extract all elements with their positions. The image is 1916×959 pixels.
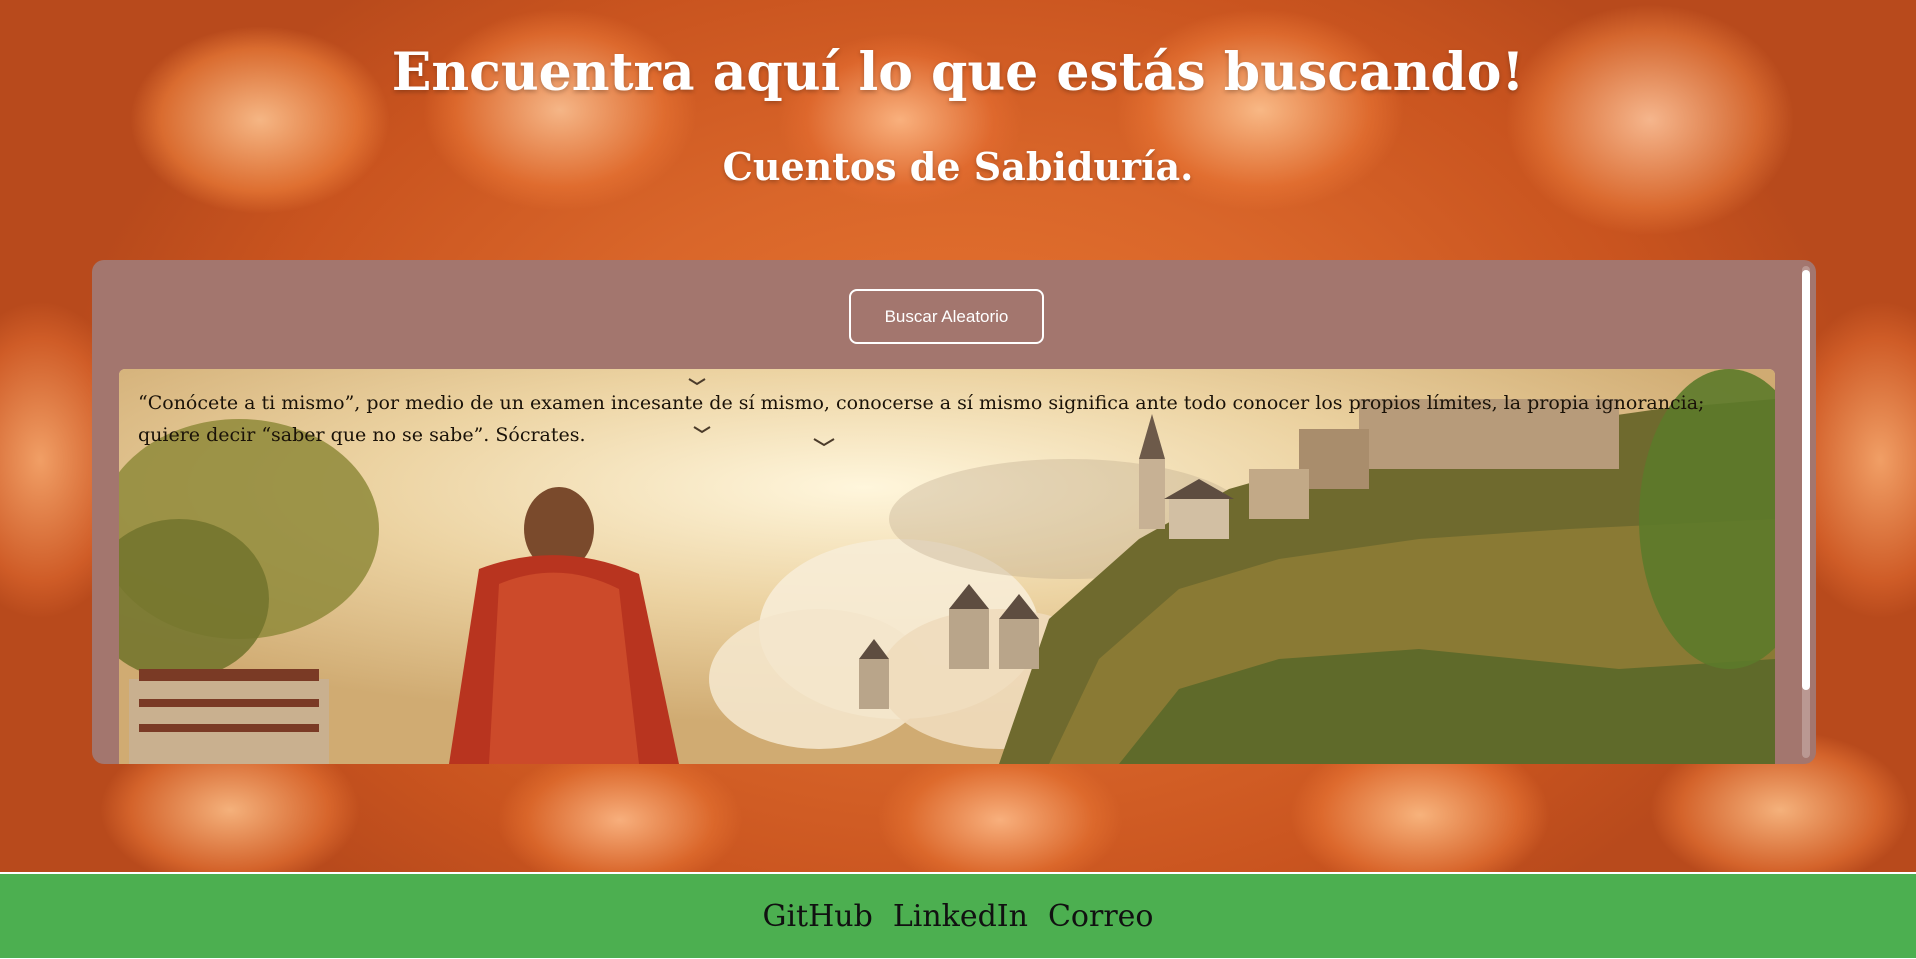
page-subtitle: Cuentos de Sabiduría. <box>722 144 1194 189</box>
story-panel: Buscar Aleatorio “Conócete a ti mismo”, … <box>92 260 1816 764</box>
panel-scrollbar[interactable] <box>1802 266 1810 758</box>
panel-scrollbar-thumb[interactable] <box>1802 270 1810 690</box>
github-link[interactable]: GitHub <box>763 899 873 934</box>
footer-links: GitHub LinkedIn Correo <box>0 874 1916 958</box>
footer: GitHub LinkedIn Correo <box>0 872 1916 958</box>
linkedin-link[interactable]: LinkedIn <box>893 899 1028 934</box>
story-card: “Conócete a ti mismo”, por medio de un e… <box>119 369 1775 764</box>
page-title: Encuentra aquí lo que estás buscando! <box>391 42 1525 103</box>
email-link[interactable]: Correo <box>1048 899 1154 934</box>
random-search-button[interactable]: Buscar Aleatorio <box>849 289 1044 344</box>
story-quote: “Conócete a ti mismo”, por medio de un e… <box>138 392 1705 446</box>
page: Encuentra aquí lo que estás buscando! Cu… <box>0 0 1916 959</box>
